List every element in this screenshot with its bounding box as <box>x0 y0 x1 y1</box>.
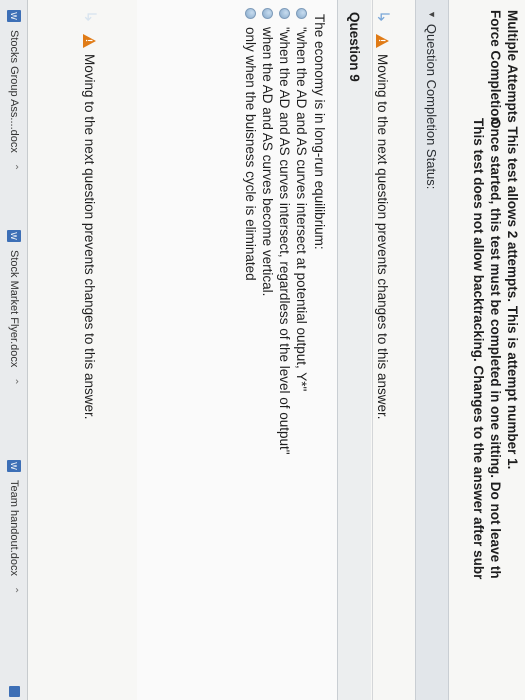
downloads-menu-icon[interactable] <box>9 686 20 697</box>
word-doc-icon: W <box>7 460 21 472</box>
multiple-attempts-text: This test allows 2 attempts. This is att… <box>505 126 520 470</box>
return-arrow-icon: ↳ <box>81 10 98 24</box>
download-item[interactable]: W Team handout.docx ⌃ <box>7 460 21 594</box>
radio-button[interactable] <box>279 8 290 19</box>
question-completion-status[interactable]: ▼ Question Completion Status: <box>415 0 449 700</box>
download-item[interactable]: W Stock Market Flyer.docx ⌃ <box>7 230 21 386</box>
radio-button[interactable] <box>245 8 256 19</box>
warning-text: Moving to the next question prevents cha… <box>82 54 98 420</box>
download-name: Stock Market Flyer.docx <box>8 250 20 368</box>
navigation-warning: ↳ Moving to the next question prevents c… <box>373 10 393 419</box>
question-header: Question 9 <box>337 0 371 700</box>
backtracking-text: This test does not allow backtracking. C… <box>471 118 486 580</box>
force-completion-text: Once started, this test must be complete… <box>488 118 503 579</box>
answer-label: "when the AD and AS curves intersect, re… <box>277 27 292 455</box>
answer-option-1[interactable]: "when the AD and AS curves intersect at … <box>293 8 310 568</box>
navigation-warning-bottom: ↳ Moving to the next question prevents c… <box>80 10 100 419</box>
download-name: Team handout.docx <box>8 480 20 577</box>
multiple-attempts-label: Multiple Attempts <box>505 10 520 123</box>
radio-button[interactable] <box>296 8 307 19</box>
force-completion-row: Force CompletionOnce started, this test … <box>487 10 504 700</box>
question-text: The economy is in long-run equilibrium: <box>312 14 327 250</box>
expand-triangle-icon: ▼ <box>427 10 437 19</box>
divider <box>372 0 373 700</box>
answer-label: when the AD and AS curves become vertica… <box>260 27 275 297</box>
answer-label: only when the buisness cycle is eliminat… <box>243 27 258 281</box>
warning-icon <box>83 34 97 48</box>
chevron-up-icon[interactable]: ⌃ <box>9 163 20 171</box>
question-title: Question 9 <box>347 12 362 82</box>
force-completion-label: Force Completion <box>488 10 503 125</box>
warning-icon <box>376 34 390 48</box>
downloads-bar: W Stocks Group Ass....docx ⌃ W Stock Mar… <box>0 0 28 700</box>
download-name: Stocks Group Ass....docx <box>8 30 20 153</box>
word-doc-icon: W <box>7 230 21 242</box>
download-item[interactable]: W Stocks Group Ass....docx ⌃ <box>7 10 21 171</box>
browser-screen: Multiple Attempts This test allows 2 att… <box>0 0 525 700</box>
answer-list: "when the AD and AS curves intersect at … <box>242 8 310 568</box>
multiple-attempts-row: Multiple Attempts This test allows 2 att… <box>504 10 521 700</box>
answer-label: "when the AD and AS curves intersect at … <box>294 27 309 392</box>
status-label: Question Completion Status: <box>424 23 440 190</box>
return-arrow-icon: ↳ <box>374 10 391 24</box>
chevron-up-icon[interactable]: ⌃ <box>9 377 20 385</box>
word-doc-icon: W <box>7 10 21 22</box>
radio-button[interactable] <box>262 8 273 19</box>
answer-option-4[interactable]: only when the buisness cycle is eliminat… <box>242 8 259 568</box>
answer-option-3[interactable]: when the AD and AS curves become vertica… <box>259 8 276 568</box>
chevron-up-icon[interactable]: ⌃ <box>9 586 20 594</box>
question-body: The economy is in long-run equilibrium: … <box>137 0 337 700</box>
warning-text: Moving to the next question prevents cha… <box>375 54 391 420</box>
test-info: Multiple Attempts This test allows 2 att… <box>470 10 521 700</box>
answer-option-2[interactable]: "when the AD and AS curves intersect, re… <box>276 8 293 568</box>
